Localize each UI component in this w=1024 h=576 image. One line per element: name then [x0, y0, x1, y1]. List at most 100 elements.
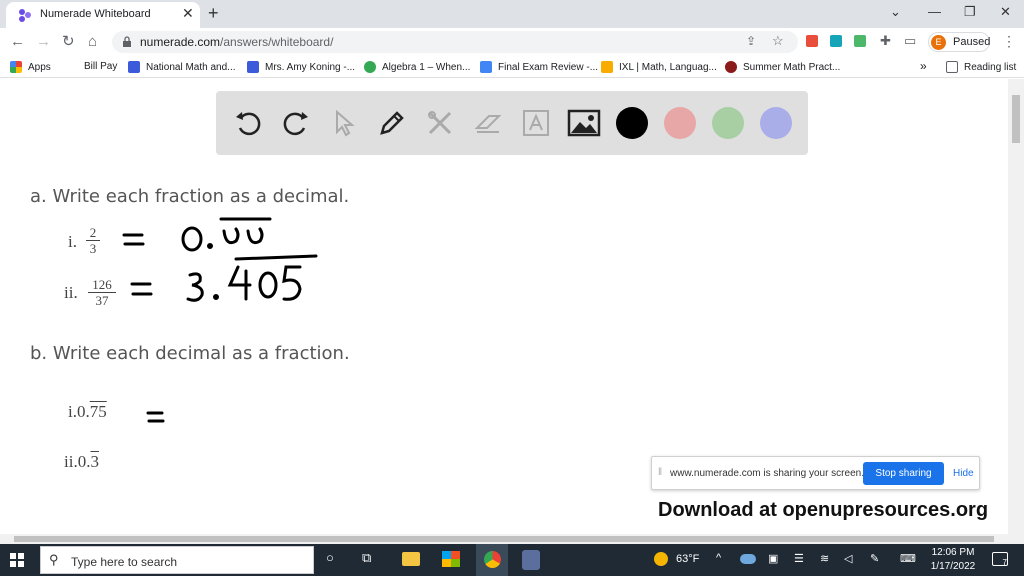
redo-button[interactable] [278, 105, 314, 141]
notifications-icon[interactable]: 7 [992, 552, 1008, 567]
wifi-icon[interactable]: ≋ [820, 552, 829, 565]
item-label: i.0.75 [68, 402, 107, 421]
reload-button[interactable]: ↻ [62, 33, 75, 51]
scrollbar-thumb[interactable] [1012, 95, 1020, 143]
security-icon[interactable]: ▣ [768, 552, 778, 565]
lock-icon [123, 36, 131, 47]
extension-icon[interactable] [806, 35, 818, 47]
taskbar-search[interactable]: ⚲ Type here to search [40, 546, 314, 574]
keyboard-icon[interactable]: ⌨ [900, 552, 916, 565]
color-swatch-green[interactable] [712, 107, 744, 139]
task-view-icon[interactable]: ⧉ [362, 550, 371, 566]
scrollbar-thumb[interactable] [14, 536, 994, 542]
extension-icon[interactable] [854, 35, 866, 47]
select-tool[interactable] [326, 105, 362, 141]
profile-status: Paused [953, 36, 991, 48]
part-a-heading: a. Write each fraction as a decimal. [30, 186, 350, 207]
cast-icon[interactable]: ▭ [904, 33, 916, 49]
back-button[interactable]: ← [10, 33, 25, 51]
apps-grid-icon [10, 61, 22, 73]
file-explorer-icon[interactable] [402, 552, 420, 566]
part-b-heading: b. Write each decimal as a fraction. [30, 343, 350, 364]
restore-button[interactable]: ❐ [964, 4, 976, 20]
avatar: E [931, 35, 946, 50]
onedrive-icon[interactable] [740, 554, 756, 564]
horizontal-scrollbar[interactable] [0, 534, 1024, 544]
pen-tool[interactable] [374, 105, 410, 141]
drag-handle-icon[interactable]: ‖ [658, 467, 662, 478]
color-swatch-purple[interactable] [760, 107, 792, 139]
app-icon[interactable] [522, 550, 540, 570]
image-icon [567, 109, 601, 137]
search-icon: ⚲ [49, 552, 59, 567]
bookmark-algebra-1[interactable]: Algebra 1 – When... [364, 61, 470, 73]
text-icon [523, 110, 549, 136]
reading-list-button[interactable]: Reading list [946, 61, 1016, 73]
bookmark-final-exam[interactable]: Final Exam Review -... [480, 61, 598, 73]
bookmark-bill-pay[interactable]: Bill Pay [84, 61, 117, 72]
profile-button[interactable]: E Paused [928, 32, 990, 52]
menu-icon[interactable]: ⋮ [1002, 33, 1016, 50]
bookmark-favicon-icon [480, 61, 492, 73]
weather-icon [654, 552, 668, 566]
search-placeholder: Type here to search [71, 555, 178, 569]
tab-search-chevron-icon[interactable]: ⌄ [890, 4, 901, 20]
pen-workspace-icon[interactable]: ✎ [870, 552, 879, 565]
address-bar[interactable]: numerade.com/answers/whiteboard/ ⇪ ☆ [112, 31, 798, 53]
cortana-icon[interactable]: ○ [326, 550, 334, 565]
store-icon[interactable] [442, 551, 460, 567]
bookmark-favicon-icon [725, 61, 737, 73]
eraser-icon [474, 115, 502, 133]
item-label: ii.0.3 [64, 452, 99, 471]
color-swatch-black[interactable] [616, 107, 648, 139]
bookmark-favicon-icon [601, 61, 613, 73]
weather-temp[interactable]: 63°F [676, 553, 699, 565]
bookmark-favicon-icon [364, 61, 376, 73]
bookmark-national-math[interactable]: National Math and... [128, 61, 236, 73]
system-clock[interactable]: 12:06 PM 1/17/2022 [922, 546, 984, 574]
handwritten-answers [122, 217, 318, 302]
close-window-button[interactable]: ✕ [1000, 4, 1011, 20]
vertical-scrollbar[interactable] [1008, 79, 1024, 534]
extensions-puzzle-icon[interactable]: ✚ [880, 33, 891, 49]
bookmarks-bar: Apps Bill Pay National Math and... Mrs. … [0, 56, 1024, 78]
bookmark-apps[interactable]: Apps [10, 61, 51, 73]
extension-icon[interactable] [830, 35, 842, 47]
new-tab-button[interactable]: + [208, 3, 219, 23]
shapes-tool[interactable] [422, 105, 458, 141]
tab-close-icon[interactable]: ✕ [182, 5, 194, 22]
windows-start-icon[interactable] [10, 553, 24, 567]
bookmark-favicon-icon [247, 61, 259, 73]
bookmark-summer-math[interactable]: Summer Math Pract... [725, 61, 840, 73]
reading-list-icon [946, 61, 958, 73]
redo-icon [283, 112, 308, 136]
whiteboard-toolbar [216, 91, 808, 155]
share-icon[interactable]: ⇪ [746, 34, 756, 48]
undo-icon [236, 112, 261, 136]
image-tool[interactable] [566, 105, 602, 141]
color-swatch-pink[interactable] [664, 107, 696, 139]
browser-tab[interactable]: Numerade Whiteboard ✕ [6, 2, 200, 28]
bookmark-favicon-icon [128, 61, 140, 73]
undo-button[interactable] [230, 105, 266, 141]
share-message: www.numerade.com is sharing your screen. [670, 468, 864, 479]
hide-button[interactable]: Hide [953, 468, 974, 479]
volume-icon[interactable]: ◁ [844, 552, 852, 565]
tools-icon [428, 111, 452, 135]
forward-button[interactable]: → [36, 33, 51, 51]
stop-sharing-button[interactable]: Stop sharing [863, 462, 944, 485]
text-tool[interactable] [518, 105, 554, 141]
tray-chevron-icon[interactable]: ^ [716, 552, 721, 564]
numerade-logo-icon [19, 9, 31, 22]
bookmarks-overflow[interactable]: » [920, 59, 927, 73]
minimize-button[interactable]: — [928, 4, 941, 19]
eraser-tool[interactable] [470, 105, 506, 141]
bookmark-star-icon[interactable]: ☆ [772, 33, 784, 49]
tab-strip: Numerade Whiteboard ✕ + ⌄ — ❐ ✕ [0, 0, 1024, 28]
windows-taskbar: ⚲ Type here to search ○ ⧉ 63°F ^ ▣ ☰ ≋ ◁… [0, 544, 1024, 576]
network-icon[interactable]: ☰ [794, 552, 804, 565]
chrome-taskbar-button[interactable] [476, 544, 508, 576]
bookmark-ixl[interactable]: IXL | Math, Languag... [601, 61, 717, 73]
home-button[interactable]: ⌂ [88, 33, 97, 51]
bookmark-amy-koning[interactable]: Mrs. Amy Koning -... [247, 61, 355, 73]
